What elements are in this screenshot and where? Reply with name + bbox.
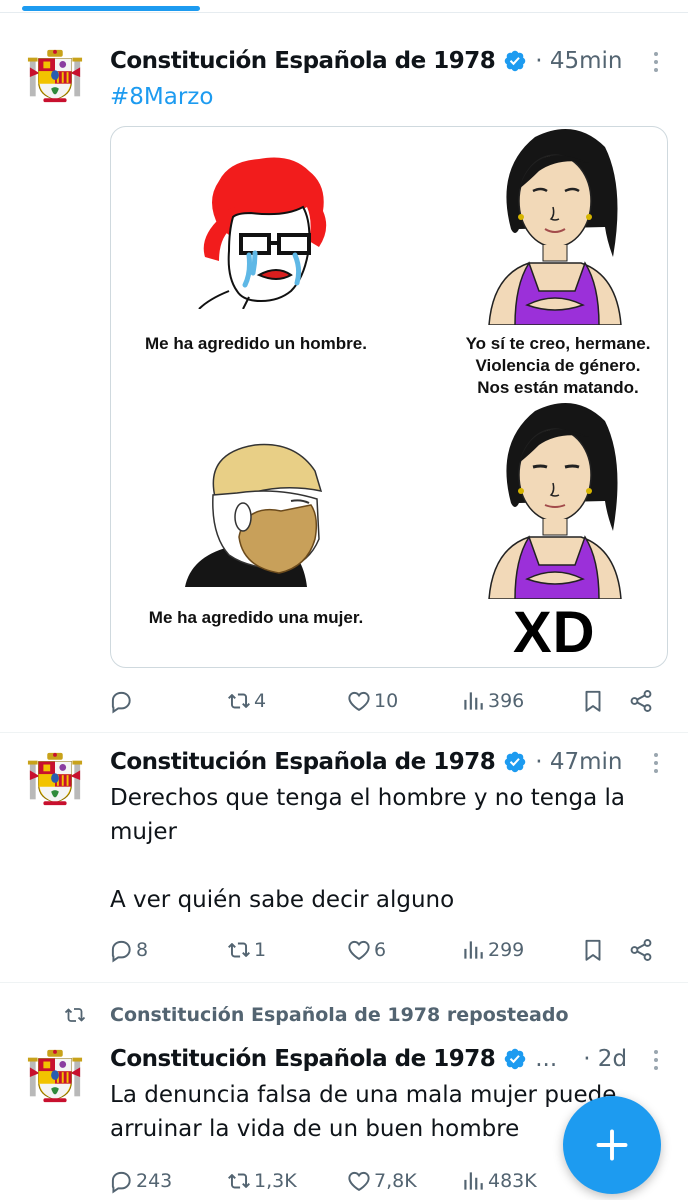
repost-count: 4 — [254, 690, 267, 712]
views-button[interactable]: 483K — [460, 1164, 537, 1198]
tweet-divider — [0, 982, 688, 983]
reposted-by-label: Constitución Española de 1978 reposteado — [110, 1004, 569, 1026]
share-button[interactable] — [628, 933, 654, 967]
bookmark-button[interactable] — [580, 933, 606, 967]
author-name[interactable]: Constitución Española de 1978 — [110, 1046, 496, 1072]
meme-caption-xd: XD — [513, 600, 596, 665]
reply-button[interactable] — [108, 684, 136, 718]
reply-button[interactable]: 8 — [108, 933, 148, 967]
repost-indicator[interactable]: Constitución Española de 1978 reposteado — [60, 1000, 569, 1030]
like-count: 7,8K — [374, 1170, 417, 1192]
heart-icon — [346, 1168, 372, 1194]
tweet-header: Constitución Española de 1978 ... · 2d — [110, 1042, 668, 1076]
reply-count: 8 — [136, 939, 149, 961]
like-button[interactable]: 6 — [346, 933, 386, 967]
tweet-media-meme[interactable]: Me ha agredido un hombre. Yo sí te creo,… — [110, 126, 668, 668]
tweet-header: Constitución Española de 1978 · 45min — [110, 44, 668, 78]
share-icon — [628, 937, 654, 963]
tweet-time[interactable]: · 2d — [583, 1046, 627, 1072]
views-icon — [460, 937, 486, 963]
author-name[interactable]: Constitución Española de 1978 — [110, 48, 496, 74]
repost-count: 1 — [254, 939, 267, 961]
more-vertical-icon[interactable] — [654, 52, 660, 72]
plus-icon — [596, 1129, 628, 1161]
meme-caption: Me ha agredido un hombre. — [145, 334, 367, 353]
tweet-time[interactable]: · 45min — [535, 48, 622, 74]
repost-icon — [226, 1168, 252, 1194]
repost-count: 1,3K — [254, 1170, 297, 1192]
bearded-chad-image — [185, 443, 323, 587]
views-button[interactable]: 299 — [460, 933, 524, 967]
repost-button[interactable]: 1 — [226, 933, 266, 967]
heart-icon — [346, 688, 372, 714]
tweet-text: La denuncia falsa de una mala mujer pued… — [110, 1082, 617, 1142]
share-button[interactable] — [628, 684, 654, 718]
views-count: 483K — [488, 1170, 537, 1192]
author-name[interactable]: Constitución Española de 1978 — [110, 749, 496, 775]
reply-icon — [108, 937, 134, 963]
like-count: 6 — [374, 939, 387, 961]
like-count: 10 — [374, 690, 399, 712]
like-button[interactable]: 7,8K — [346, 1164, 417, 1198]
repost-icon — [226, 688, 252, 714]
reply-button[interactable]: 243 — [108, 1164, 172, 1198]
tweet-actions: 8 1 6 299 — [108, 933, 668, 967]
tweet-text: Derechos que tenga el hombre y no tenga … — [110, 785, 625, 913]
avatar[interactable] — [26, 751, 84, 809]
verified-badge-icon — [503, 1047, 527, 1071]
repost-icon — [60, 1003, 90, 1027]
tweet[interactable]: Constitución Española de 1978 · 45min #8… — [0, 0, 688, 730]
views-icon — [460, 1168, 486, 1194]
meme-caption: Me ha agredido una mujer. — [148, 608, 364, 627]
repost-button[interactable]: 4 — [226, 684, 266, 718]
repost-icon — [226, 937, 252, 963]
woman-cartoon-image — [488, 129, 622, 325]
tweet[interactable]: Constitución Española de 1978 · 47min De… — [0, 733, 688, 981]
bookmark-icon — [580, 688, 606, 714]
verified-badge-icon — [503, 49, 527, 73]
hashtag-link[interactable]: #8Marzo — [110, 80, 648, 114]
bookmark-button[interactable] — [580, 684, 606, 718]
more-vertical-icon[interactable] — [654, 753, 660, 773]
avatar[interactable] — [26, 48, 84, 106]
avatar[interactable] — [26, 1048, 84, 1106]
tweet-header: Constitución Española de 1978 · 47min — [110, 745, 668, 779]
like-button[interactable]: 10 — [346, 684, 398, 718]
compose-button[interactable] — [563, 1096, 661, 1194]
tweet-time[interactable]: · 47min — [535, 749, 622, 775]
views-button[interactable]: 396 — [460, 684, 524, 718]
repost-button[interactable]: 1,3K — [226, 1164, 297, 1198]
reply-icon — [108, 688, 134, 714]
share-icon — [628, 688, 654, 714]
views-count: 299 — [488, 939, 525, 961]
woman-cartoon-image — [488, 403, 622, 599]
views-icon — [460, 688, 486, 714]
more-vertical-icon[interactable] — [654, 1050, 660, 1070]
bookmark-icon — [580, 937, 606, 963]
views-count: 396 — [488, 690, 525, 712]
reply-count: 243 — [136, 1170, 173, 1192]
crying-wojak-image — [198, 157, 327, 309]
reply-icon — [108, 1168, 134, 1194]
meme-caption: Yo sí te creo, hermane. Violencia de gén… — [465, 334, 651, 397]
name-overflow: ... — [535, 1046, 558, 1072]
tweet-actions: 4 10 396 — [108, 684, 668, 718]
verified-badge-icon — [503, 750, 527, 774]
heart-icon — [346, 937, 372, 963]
